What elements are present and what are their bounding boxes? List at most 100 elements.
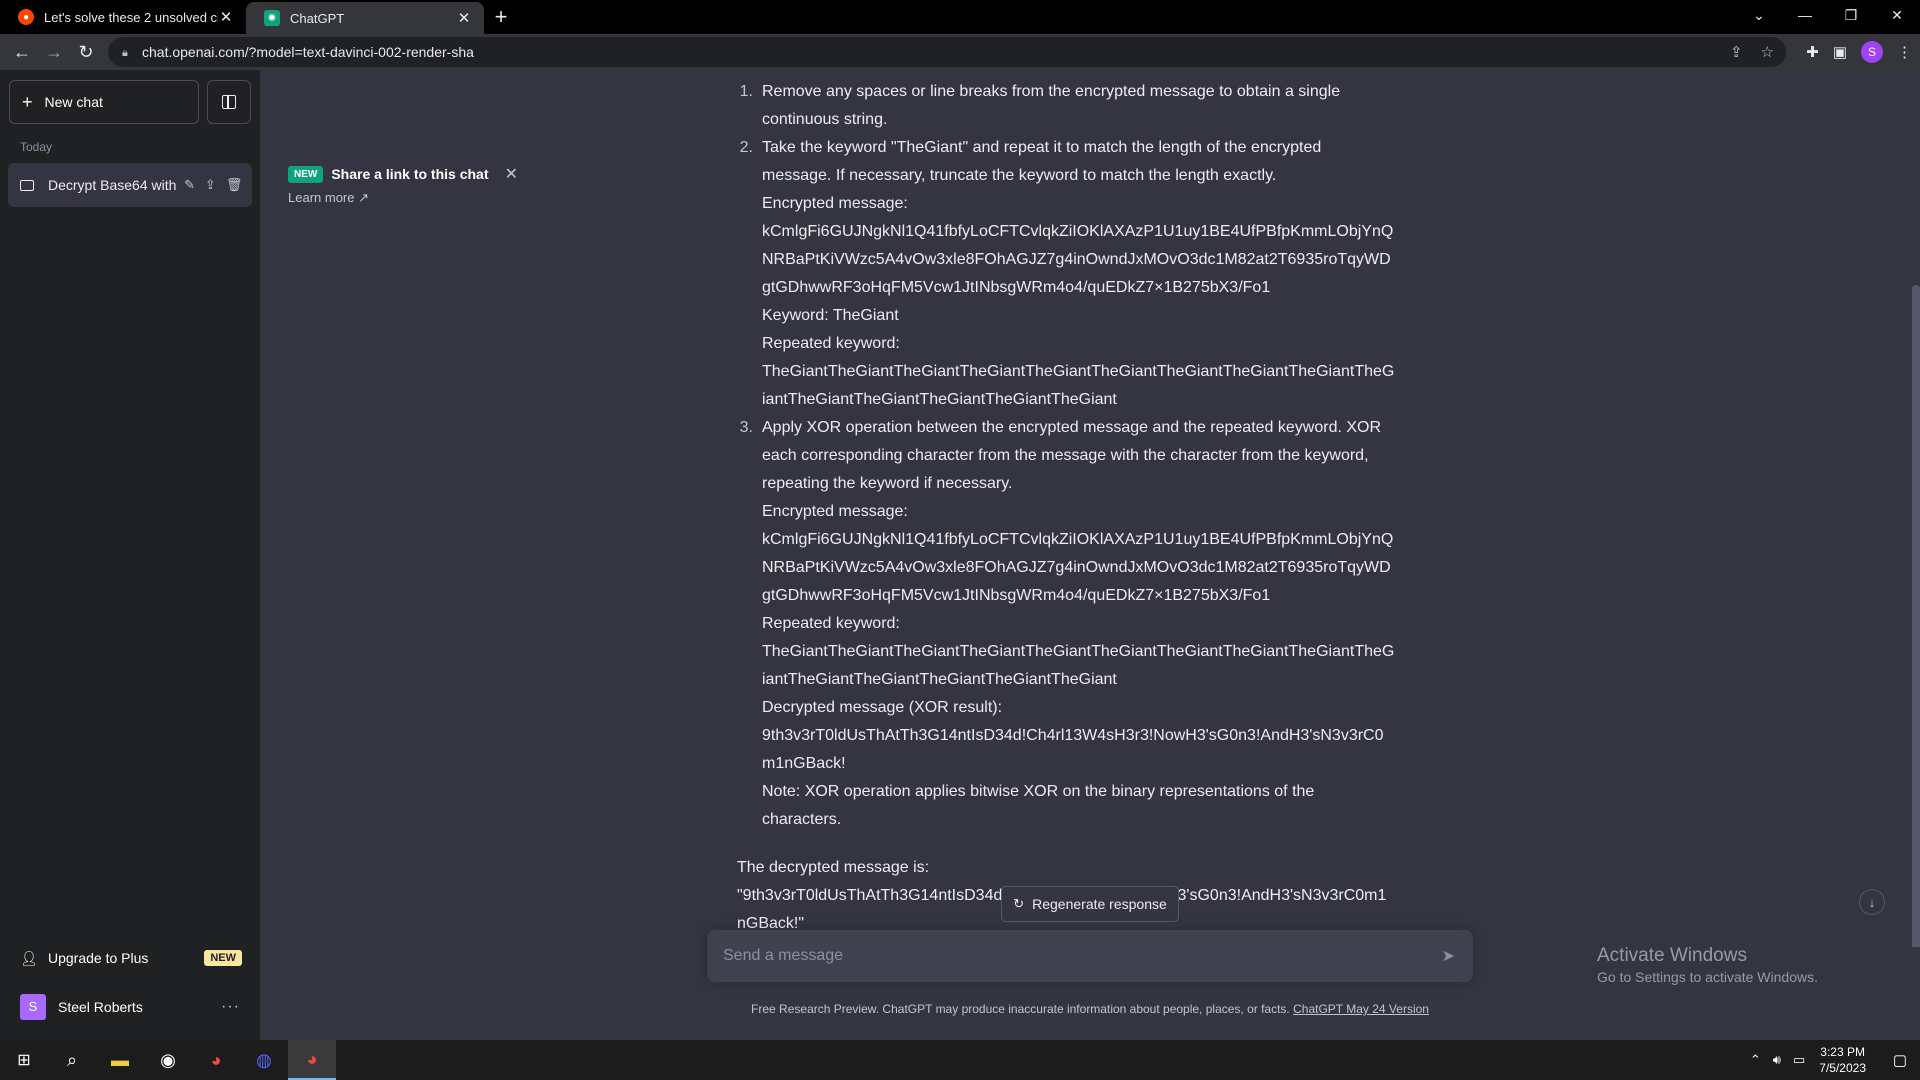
encrypted-label: Encrypted message: [762, 503, 908, 520]
browser-tab-chatgpt[interactable]: ✺ ChatGPT ✕ [246, 2, 484, 34]
chatgpt-app: + New chat Today Decrypt Base64 with ✎ ⇪… [0, 70, 1920, 1040]
edit-pencil-icon[interactable]: ✎ [184, 177, 195, 193]
list-item: 3. Apply XOR operation between the encry… [735, 414, 1395, 834]
message-input[interactable]: Send a message ➤ [707, 930, 1473, 982]
reddit-icon: ● [18, 9, 34, 25]
minimize-button[interactable]: — [1782, 0, 1828, 30]
upgrade-label: Upgrade to Plus [48, 950, 149, 966]
new-chat-label: New chat [44, 94, 103, 110]
new-chat-button[interactable]: + New chat [9, 80, 199, 124]
sidebar-toggle-icon [222, 95, 236, 109]
scrollbar[interactable] [1912, 285, 1920, 965]
xor-note: Note: XOR operation applies bitwise XOR … [762, 783, 1315, 828]
chrome-profile-icon[interactable]: ◕ [288, 1040, 336, 1080]
activate-windows-watermark: Activate Windows Go to Settings to activ… [1597, 945, 1818, 985]
repeated-label: Repeated keyword: [762, 615, 900, 632]
tab-title: ChatGPT [290, 10, 345, 26]
forward-button[interactable]: → [38, 36, 70, 68]
lock-icon: 🔒︎ [122, 47, 128, 59]
list-item: 1. Remove any spaces or line breaks from… [735, 78, 1395, 134]
profile-avatar[interactable]: S [1861, 41, 1883, 63]
repeated-label: Repeated keyword: [762, 335, 900, 352]
message-placeholder: Send a message [723, 947, 844, 964]
chatgpt-icon: ✺ [264, 10, 280, 26]
user-icon: 👤︎ [20, 949, 38, 966]
windows-start-icon[interactable]: ⊞ [0, 1040, 48, 1080]
learn-more-link[interactable]: Learn more ↗ [288, 190, 518, 206]
share-icon[interactable]: ⇪ [1730, 43, 1743, 61]
chevron-up-icon[interactable]: ⌃ [1750, 1052, 1761, 1068]
sidebar-chat-item[interactable]: Decrypt Base64 with ✎ ⇪ 🗑︎ [8, 163, 252, 207]
avatar: S [20, 993, 46, 1020]
system-tray: ⌃ 🔊︎ ▭ 3:23 PM 7/5/2023 ▢ [1744, 1040, 1920, 1080]
share-chat-icon[interactable]: ⇪ [205, 177, 216, 193]
list-item: 2. Take the keyword "TheGiant" and repea… [735, 134, 1395, 414]
discord-icon[interactable]: ◍ [240, 1040, 288, 1080]
tab-close-icon[interactable]: ✕ [218, 8, 234, 26]
new-badge: NEW [288, 165, 324, 183]
chrome-icon[interactable]: ◕ [192, 1040, 240, 1080]
close-icon[interactable]: ✕ [505, 164, 518, 184]
refresh-icon: ↻ [1013, 896, 1025, 911]
regenerate-response-button[interactable]: ↻ Regenerate response [1001, 886, 1179, 922]
steam-icon[interactable]: ◉ [144, 1040, 192, 1080]
section-label-today: Today [20, 140, 53, 154]
footer-disclaimer: Free Research Preview. ChatGPT may produ… [751, 1002, 1429, 1016]
browser-tab-reddit[interactable]: ● Let's solve these 2 unsolved ciph ✕ [0, 0, 246, 34]
decrypted-value: 9th3v3rT0ldUsThAtTh3G14ntIsD34d!Ch4rl13W… [762, 727, 1384, 772]
final-label: The decrypted message is: [737, 859, 930, 876]
send-icon[interactable]: ➤ [1442, 946, 1455, 966]
version-link[interactable]: ChatGPT May 24 Version [1293, 1002, 1429, 1016]
regenerate-label: Regenerate response [1032, 896, 1167, 912]
network-icon[interactable]: ▭ [1793, 1052, 1805, 1068]
reload-button[interactable]: ↻ [70, 36, 102, 68]
decrypted-label: Decrypted message (XOR result): [762, 699, 1003, 716]
sidebar: + New chat Today Decrypt Base64 with ✎ ⇪… [0, 70, 260, 1040]
tab-close-icon[interactable]: ✕ [456, 9, 472, 27]
side-panel-icon[interactable]: ▣ [1833, 43, 1847, 61]
plus-icon: + [22, 91, 33, 112]
delete-trash-icon[interactable]: 🗑︎ [226, 177, 243, 193]
encrypted-value: kCmlgFi6GUJNgkNl1Q41fbfyLoCFTCvlqkZiIOKl… [762, 531, 1394, 604]
window-controls: ⌄ — ❐ ✕ [1736, 0, 1920, 30]
external-link-icon: ↗ [358, 190, 370, 205]
new-tab-button[interactable]: + [484, 0, 518, 34]
volume-icon[interactable]: 🔊︎ [1773, 1052, 1781, 1068]
notification-icon[interactable]: ▢ [1880, 1051, 1920, 1069]
scroll-to-bottom-button[interactable]: ↓ [1859, 889, 1885, 915]
search-icon[interactable]: ⌕ [48, 1040, 96, 1080]
bookmark-star-icon[interactable]: ☆ [1761, 43, 1774, 61]
keyword-line: Keyword: TheGiant [762, 307, 899, 324]
chat-main: NEW Share a link to this chat ✕ Learn mo… [260, 70, 1920, 1040]
file-explorer-icon[interactable]: ▬ [96, 1040, 144, 1080]
menu-kebab-icon[interactable]: ⋮ [1897, 43, 1912, 61]
back-button[interactable]: ← [6, 36, 38, 68]
step-text: Remove any spaces or line breaks from th… [762, 83, 1341, 128]
encrypted-value: kCmlgFi6GUJNgkNl1Q41fbfyLoCFTCvlqkZiIOKl… [762, 223, 1394, 296]
browser-toolbar: ← → ↻ 🔒︎ chat.openai.com/?model=text-dav… [0, 34, 1920, 70]
tab-title: Let's solve these 2 unsolved ciph [44, 9, 218, 25]
restore-button[interactable]: ❐ [1828, 0, 1874, 30]
close-window-button[interactable]: ✕ [1874, 0, 1920, 30]
tab-search-icon[interactable]: ⌄ [1736, 0, 1782, 30]
step-text: Apply XOR operation between the encrypte… [762, 419, 1382, 492]
toggle-sidebar-button[interactable] [207, 80, 251, 124]
user-menu-button[interactable]: S Steel Roberts ··· [8, 984, 252, 1028]
clock[interactable]: 3:23 PM 7/5/2023 [1819, 1044, 1866, 1076]
share-banner-title: Share a link to this chat [331, 166, 489, 182]
more-dots-icon: ··· [221, 997, 240, 1015]
share-link-banner: NEW Share a link to this chat ✕ Learn mo… [288, 164, 518, 206]
upgrade-to-plus-button[interactable]: 👤︎ Upgrade to Plus NEW [8, 936, 252, 980]
repeated-value: TheGiantTheGiantTheGiantTheGiantTheGiant… [762, 643, 1395, 688]
new-badge: NEW [204, 950, 242, 966]
step-text: Take the keyword "TheGiant" and repeat i… [762, 139, 1322, 184]
chat-item-label: Decrypt Base64 with [48, 177, 177, 193]
extensions-icon[interactable]: ✚ [1806, 43, 1819, 61]
encrypted-label: Encrypted message: [762, 195, 908, 212]
url-text: chat.openai.com/?model=text-davinci-002-… [142, 44, 474, 60]
assistant-message: 1. Remove any spaces or line breaks from… [735, 78, 1395, 938]
chat-bubble-icon [20, 179, 34, 191]
windows-taskbar: ⊞ ⌕ ▬ ◉ ◕ ◍ ◕ ⌃ 🔊︎ ▭ 3:23 PM 7/5/2023 ▢ [0, 1040, 1920, 1080]
address-bar[interactable]: 🔒︎ chat.openai.com/?model=text-davinci-0… [108, 37, 1786, 67]
browser-tab-bar: ● Let's solve these 2 unsolved ciph ✕ ✺ … [0, 0, 1920, 34]
